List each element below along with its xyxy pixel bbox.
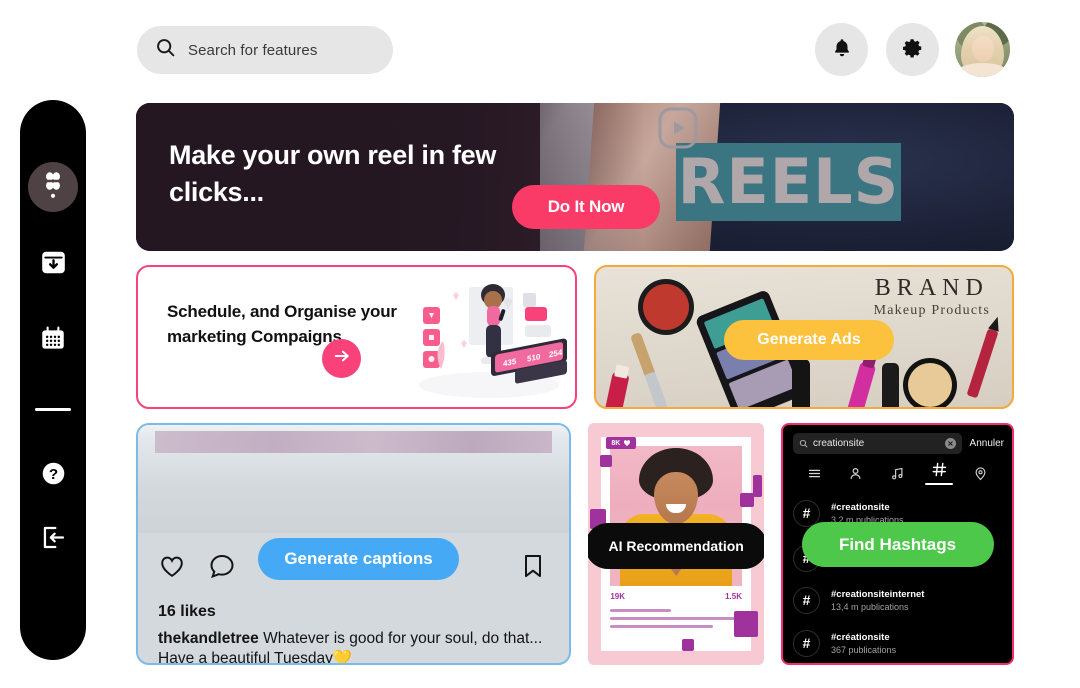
- ai-likes-stat: 19K: [610, 592, 626, 601]
- sidebar-item-help[interactable]: ?: [28, 453, 78, 499]
- sidebar-item-logout[interactable]: [28, 517, 78, 563]
- reels-wordmark: REELS: [675, 143, 901, 221]
- hashtag-search-row: creationsite Annuler: [793, 433, 1004, 454]
- ai-post-stats: 19K 1.5K: [610, 592, 742, 601]
- ads-brand-line2: Makeup Products: [873, 303, 990, 318]
- hashtag-icon: [932, 462, 946, 477]
- hashtag-name: #creationsite: [831, 501, 890, 513]
- hashtag-search-card[interactable]: creationsite Annuler # #creationsite 3,2…: [781, 423, 1014, 665]
- ai-line: [610, 609, 671, 612]
- sidebar-item-inbox[interactable]: [28, 242, 78, 288]
- calendar-icon: [39, 325, 67, 358]
- ai-deco-square: [682, 639, 695, 651]
- tab-places[interactable]: [964, 466, 998, 481]
- search-input[interactable]: Search for features: [137, 26, 393, 74]
- find-hashtags-button[interactable]: Find Hashtags: [801, 522, 994, 567]
- hashtag-search-input[interactable]: creationsite: [793, 433, 962, 454]
- heart-icon[interactable]: [158, 552, 186, 585]
- ai-post-placeholder-lines: [610, 609, 742, 633]
- menu-icon: [808, 469, 820, 477]
- post-image: [138, 425, 570, 533]
- hero-title: Make your own reel in few clicks...: [169, 140, 497, 207]
- instagram-post-card[interactable]: 16 likes thekandletree Whatever is good …: [136, 423, 572, 665]
- question-mark-icon: ?: [40, 460, 67, 492]
- hashtag-count: 13,4 m publications: [831, 601, 909, 612]
- hashtag-cancel-button[interactable]: Annuler: [970, 438, 1004, 449]
- avatar-face: [972, 36, 994, 62]
- tab-audio[interactable]: [880, 466, 914, 481]
- avatar[interactable]: [955, 22, 1010, 77]
- generate-ads-card[interactable]: BRAND Makeup Products Generate Ads: [594, 265, 1014, 409]
- tab-active-underline: [925, 483, 954, 485]
- hashtag-tabs: [791, 461, 1004, 485]
- hero-banner[interactable]: REELS Make your own reel in few clicks..…: [136, 103, 1014, 251]
- ai-deco-square: [734, 611, 759, 637]
- notifications-button[interactable]: [815, 23, 868, 76]
- ai-line: [610, 625, 714, 628]
- clover-logo-icon: [38, 169, 68, 206]
- sidebar: ?: [20, 100, 86, 660]
- tab-people[interactable]: [839, 466, 873, 481]
- search-placeholder: Search for features: [188, 41, 318, 59]
- ads-brand-line1: BRAND: [874, 275, 989, 301]
- ai-comments-stat: 1.5K: [725, 592, 743, 601]
- music-note-icon: [892, 467, 903, 479]
- ai-recommendation-button[interactable]: AI Recommendation: [588, 523, 765, 569]
- hashtag-count: 367 publications: [831, 644, 897, 655]
- generate-captions-button[interactable]: Generate captions: [258, 538, 459, 580]
- tab-menu[interactable]: [797, 466, 831, 481]
- ai-line: [610, 617, 737, 620]
- ai-badge-likes: 8K: [606, 437, 637, 449]
- hashtag-icon: #: [793, 586, 821, 614]
- hashtag-search-value: creationsite: [813, 438, 865, 449]
- main-content: REELS Make your own reel in few clicks..…: [136, 103, 1014, 665]
- bell-icon: [831, 37, 853, 62]
- do-it-now-button[interactable]: Do It Now: [512, 185, 660, 229]
- hashtag-result-row[interactable]: # #créationsite 367 publications: [793, 623, 1004, 663]
- search-icon: [155, 37, 176, 63]
- ads-brand-text: BRAND Makeup Products: [874, 275, 990, 319]
- schedule-card-title: Schedule, and Organise your marketing Co…: [167, 302, 397, 346]
- top-bar: Search for features: [0, 0, 1080, 100]
- hashtag-result-row[interactable]: # #creationsiteinternet 13,4 m publicati…: [793, 580, 1004, 620]
- sidebar-item-logo[interactable]: [28, 162, 78, 212]
- sidebar-divider: [35, 408, 71, 411]
- schedule-campaigns-card[interactable]: Schedule, and Organise your marketing Co…: [136, 265, 577, 409]
- reels-play-icon: [650, 105, 706, 164]
- svg-text:?: ?: [48, 466, 57, 483]
- ai-deco-square: [740, 493, 755, 507]
- hashtag-name: #créationsite: [831, 631, 890, 643]
- post-caption-username: thekandletree: [158, 630, 259, 647]
- gear-icon: [902, 37, 924, 62]
- settings-button[interactable]: [886, 23, 939, 76]
- schedule-illustration: 435 510 254: [407, 273, 567, 405]
- bookmark-icon[interactable]: [519, 552, 547, 585]
- avatar-shoulder: [958, 63, 1007, 77]
- feature-row-3: 16 likes thekandletree Whatever is good …: [136, 423, 1014, 665]
- hashtag-name: #creationsiteinternet: [831, 588, 925, 600]
- logout-icon: [40, 524, 67, 556]
- location-pin-icon: [976, 466, 986, 480]
- post-caption: thekandletree Whatever is good for your …: [158, 629, 560, 663]
- schedule-arrow-button[interactable]: [322, 339, 361, 378]
- person-icon: [850, 467, 861, 479]
- arrow-right-icon: [332, 346, 352, 371]
- comment-icon[interactable]: [208, 552, 236, 585]
- search-icon: [799, 439, 808, 448]
- ai-deco-square: [753, 475, 763, 497]
- inbox-download-icon: [40, 249, 67, 281]
- ai-deco-square: [600, 455, 613, 467]
- hashtag-icon: #: [793, 629, 821, 657]
- post-likes-count: 16 likes: [158, 603, 216, 620]
- sidebar-item-calendar[interactable]: [28, 318, 78, 364]
- generate-ads-button[interactable]: Generate Ads: [724, 320, 894, 360]
- clear-icon[interactable]: [944, 438, 956, 449]
- post-image-band: [155, 431, 553, 453]
- ai-recommendation-card[interactable]: 19K 1.5K 8K AI Recommendation: [588, 423, 765, 665]
- feature-row-2: Schedule, and Organise your marketing Co…: [136, 265, 1014, 409]
- tab-hashtags[interactable]: [922, 461, 956, 485]
- app-root: Search for features ? REELS Make your ow…: [0, 0, 1080, 688]
